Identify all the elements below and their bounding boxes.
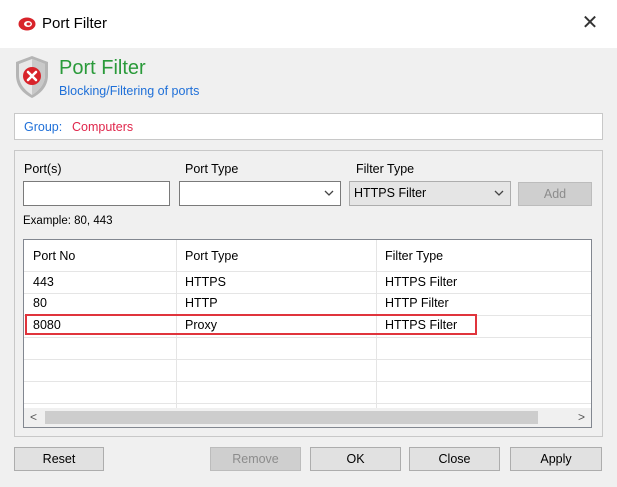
ports-input[interactable] xyxy=(23,181,170,206)
cell-filter-type: HTTP Filter xyxy=(385,296,449,310)
ports-label: Port(s) xyxy=(24,162,62,176)
group-label: Group: xyxy=(24,120,63,134)
column-header-port-type[interactable]: Port Type xyxy=(176,240,376,274)
example-text: Example: 80, 443 xyxy=(23,215,113,227)
row-divider xyxy=(24,337,591,338)
horizontal-scrollbar[interactable]: < > xyxy=(24,408,591,427)
port-type-select[interactable] xyxy=(179,181,341,206)
app-logo-icon xyxy=(18,17,36,31)
scrollbar-thumb[interactable] xyxy=(45,411,538,424)
cell-port-no: 80 xyxy=(33,296,47,310)
scroll-right-icon[interactable]: > xyxy=(572,408,591,427)
filter-type-label: Filter Type xyxy=(356,162,415,176)
port-type-label: Port Type xyxy=(185,162,239,176)
page-subtitle: Blocking/Filtering of ports xyxy=(59,84,200,98)
reset-button[interactable]: Reset xyxy=(14,447,104,471)
filter-type-select[interactable]: HTTPS Filter xyxy=(349,181,511,206)
chevron-down-icon xyxy=(324,190,334,196)
selected-row-highlight xyxy=(25,314,477,335)
page-title: Port Filter xyxy=(59,57,146,79)
apply-button[interactable]: Apply xyxy=(510,447,602,471)
cell-port-type: HTTP xyxy=(185,296,218,310)
window-title: Port Filter xyxy=(42,15,108,32)
scroll-left-icon[interactable]: < xyxy=(24,408,43,427)
group-value: Computers xyxy=(72,120,134,134)
chevron-down-icon xyxy=(494,190,504,196)
cell-filter-type: HTTPS Filter xyxy=(385,275,458,289)
column-header-port-no[interactable]: Port No xyxy=(24,240,176,274)
close-button[interactable]: Close xyxy=(409,447,500,471)
cell-port-no: 443 xyxy=(33,275,54,289)
shield-error-icon xyxy=(16,56,48,98)
cell-port-type: HTTPS xyxy=(185,275,226,289)
row-divider xyxy=(24,359,591,360)
close-icon[interactable]: ✕ xyxy=(578,10,602,34)
column-header-filter-type[interactable]: Filter Type xyxy=(376,240,591,274)
ok-button[interactable]: OK xyxy=(310,447,401,471)
filter-type-value: HTTPS Filter xyxy=(354,186,427,200)
remove-button[interactable]: Remove xyxy=(210,447,301,471)
row-divider xyxy=(24,381,591,382)
add-button[interactable]: Add xyxy=(518,182,592,206)
row-divider xyxy=(24,403,591,404)
